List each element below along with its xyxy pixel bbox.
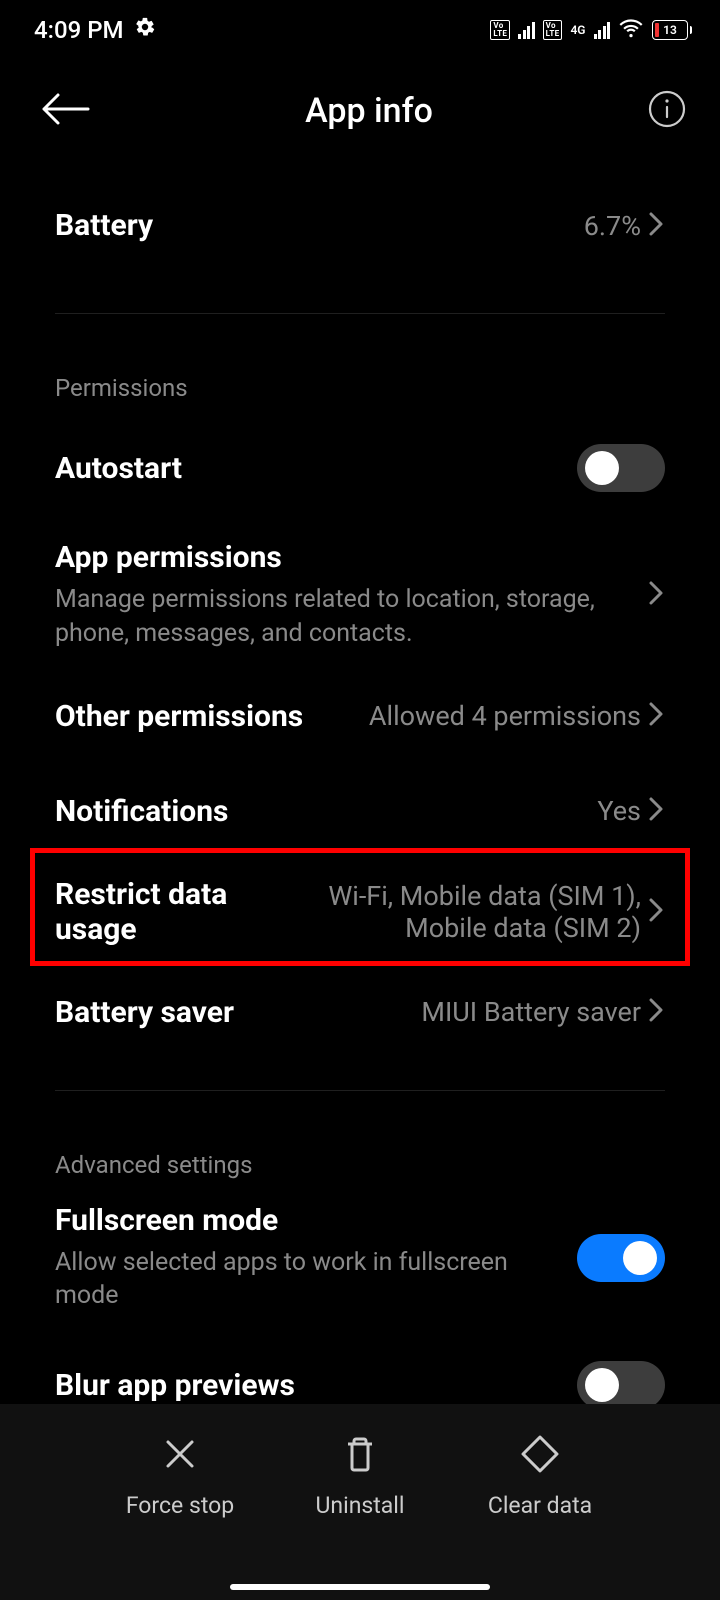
row-battery[interactable]: Battery 6.7% xyxy=(55,162,665,289)
status-right: VoLTE VoLTE 4G 13 xyxy=(490,14,692,46)
blur-toggle[interactable] xyxy=(577,1361,665,1409)
force-stop-label: Force stop xyxy=(126,1492,234,1519)
restrict-data-value: Wi-Fi, Mobile data (SIM 1), Mobile data … xyxy=(301,880,641,944)
home-indicator[interactable] xyxy=(230,1584,490,1590)
trash-icon xyxy=(340,1434,380,1480)
row-notifications[interactable]: Notifications Yes xyxy=(55,758,665,853)
battery-value: 6.7% xyxy=(584,210,641,242)
section-advanced-label: Advanced settings xyxy=(55,1115,665,1197)
battery-title: Battery xyxy=(55,208,564,243)
row-autostart[interactable]: Autostart xyxy=(55,420,665,516)
battery-icon: 13 xyxy=(652,20,692,40)
chevron-right-icon xyxy=(641,210,665,242)
eraser-icon xyxy=(520,1434,560,1480)
chevron-right-icon xyxy=(641,579,665,611)
autostart-toggle[interactable] xyxy=(577,444,665,492)
row-app-permissions[interactable]: App permissions Manage permissions relat… xyxy=(55,516,665,675)
info-button[interactable] xyxy=(648,90,686,132)
uninstall-button[interactable]: Uninstall xyxy=(270,1434,450,1600)
row-other-permissions[interactable]: Other permissions Allowed 4 permissions xyxy=(55,675,665,758)
row-battery-saver[interactable]: Battery saver MIUI Battery saver xyxy=(55,971,665,1054)
network-4g-icon: 4G xyxy=(570,24,585,36)
gear-icon xyxy=(134,16,156,44)
volte-icon: VoLTE xyxy=(490,20,510,40)
uninstall-label: Uninstall xyxy=(315,1492,404,1519)
divider xyxy=(55,1090,665,1091)
app-permissions-sub: Manage permissions related to location, … xyxy=(55,583,621,651)
other-permissions-value: Allowed 4 permissions xyxy=(369,700,641,732)
chevron-right-icon xyxy=(641,896,665,928)
close-icon xyxy=(160,1434,200,1480)
status-bar: 4:09 PM VoLTE VoLTE 4G 13 xyxy=(0,0,720,60)
app-header: App info xyxy=(0,60,720,162)
row-restrict-data[interactable]: Restrict data usage Wi-Fi, Mobile data (… xyxy=(55,853,665,971)
divider xyxy=(55,313,665,314)
fullscreen-toggle[interactable] xyxy=(577,1234,665,1282)
fullscreen-title: Fullscreen mode xyxy=(55,1203,557,1238)
signal-icon xyxy=(518,21,535,39)
clear-data-label: Clear data xyxy=(488,1492,592,1519)
fullscreen-sub: Allow selected apps to work in fullscree… xyxy=(55,1246,557,1314)
row-fullscreen-mode[interactable]: Fullscreen mode Allow selected apps to w… xyxy=(55,1197,665,1338)
content-scroll[interactable]: Battery 6.7% Permissions Autostart App p… xyxy=(0,162,720,1433)
autostart-title: Autostart xyxy=(55,451,557,486)
force-stop-button[interactable]: Force stop xyxy=(90,1434,270,1600)
chevron-right-icon xyxy=(641,700,665,732)
bottom-action-bar: Force stop Uninstall Clear data xyxy=(0,1404,720,1600)
section-permissions-label: Permissions xyxy=(55,338,665,420)
blur-title: Blur app previews xyxy=(55,1368,557,1403)
wifi-icon xyxy=(618,14,644,46)
battery-saver-title: Battery saver xyxy=(55,995,401,1030)
restrict-data-title: Restrict data usage xyxy=(55,877,281,947)
chevron-right-icon xyxy=(641,996,665,1028)
chevron-right-icon xyxy=(641,795,665,827)
battery-saver-value: MIUI Battery saver xyxy=(421,996,641,1028)
notifications-value: Yes xyxy=(597,795,641,827)
status-left: 4:09 PM xyxy=(34,16,156,44)
signal-icon-2 xyxy=(594,21,611,39)
clear-data-button[interactable]: Clear data xyxy=(450,1434,630,1600)
page-title: App info xyxy=(305,91,433,131)
app-permissions-title: App permissions xyxy=(55,540,621,575)
other-permissions-title: Other permissions xyxy=(55,699,349,734)
volte-icon-2: VoLTE xyxy=(543,20,563,40)
notifications-title: Notifications xyxy=(55,794,577,829)
back-button[interactable] xyxy=(40,91,90,131)
status-time: 4:09 PM xyxy=(34,16,124,44)
